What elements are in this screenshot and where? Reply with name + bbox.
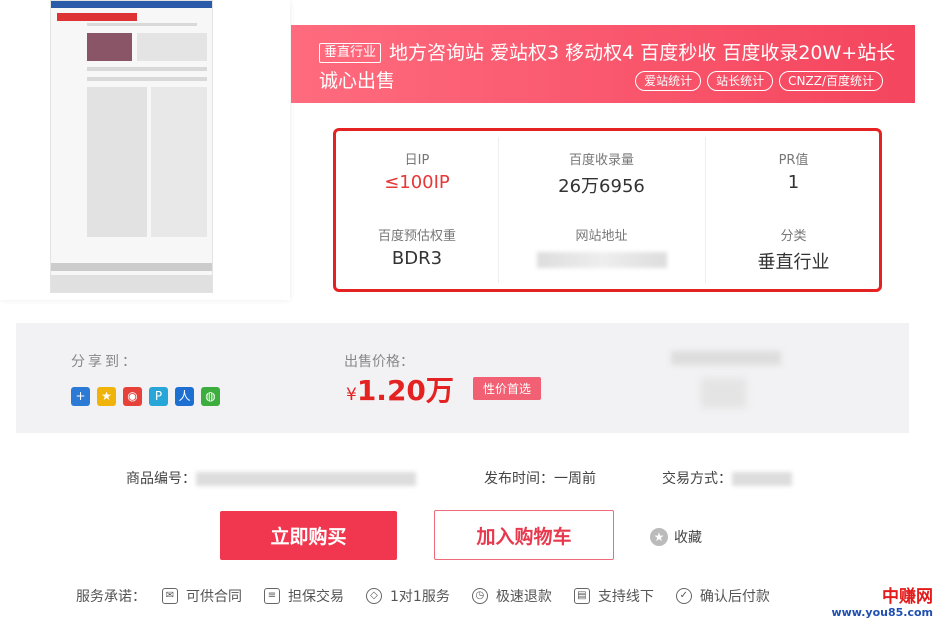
share-label: 分享到：	[71, 354, 139, 370]
stat-label: PR值	[778, 153, 809, 168]
stat-site-url: 网站地址	[498, 225, 705, 272]
service-item-label: 支持线下	[597, 589, 654, 605]
stat-baidu-weight: 百度预估权重 BDR3	[336, 225, 498, 269]
service-commitments: 服务承诺： ✉ 可供合同 ≡ 担保交易 ◇ 1对1服务 ◷ 极速退款 ▤ 支持线下 ✓ 确认…	[76, 586, 770, 606]
renren-icon[interactable]: 人	[175, 387, 194, 406]
price-label: 出售价格：	[344, 354, 414, 370]
service-escrow: ≡ 担保交易	[264, 586, 344, 606]
site-stats-panel: 日IP ≤100IP 百度预估权重 BDR3 百度收录量 26万6956 网站地…	[333, 128, 882, 292]
clock-icon: ◷	[471, 588, 488, 604]
chip-aizhan-stats: 爱站统计	[635, 71, 702, 91]
stat-value: 1	[787, 172, 800, 193]
stat-label: 网站地址	[575, 229, 628, 244]
price-value: ¥1.20万	[346, 369, 454, 409]
add-to-cart-button[interactable]: 加入购物车	[434, 510, 614, 560]
stat-pr: PR值 1	[705, 149, 882, 193]
service-item-label: 1对1服务	[390, 589, 450, 605]
buy-now-button[interactable]: 立即购买	[220, 511, 397, 560]
seller-avatar-redacted	[701, 378, 746, 408]
service-contract: ✉ 可供合同	[162, 586, 242, 606]
watermark-name: 中赚网	[882, 587, 933, 607]
trade-method-label: 交易方式：	[662, 471, 732, 487]
service-item-label: 极速退款	[495, 589, 552, 605]
listing-header-banner: 垂直行业 地方咨询站 爱站权3 移动权4 百度秒收 百度收录20W+站长诚心出售…	[291, 25, 915, 103]
price-amount: 1.20万	[356, 374, 454, 407]
price-currency: ¥	[346, 385, 357, 405]
share-icons: + ★ ◉ P 人 ◍	[71, 387, 220, 406]
service-item-label: 可供合同	[186, 589, 242, 605]
service-label: 服务承诺：	[76, 589, 146, 605]
check-icon: ✓	[675, 588, 692, 604]
listing-page: 垂直行业 地方咨询站 爱站权3 移动权4 百度秒收 百度收录20W+站长诚心出售…	[0, 0, 941, 626]
service-fast-refund: ◷ 极速退款	[471, 586, 552, 606]
product-number-label: 商品编号：	[126, 471, 196, 487]
trade-method: 交易方式：	[662, 468, 792, 488]
site-url-redacted	[536, 252, 667, 268]
stat-label: 百度预估权重	[377, 229, 456, 244]
favorite-label: 收藏	[674, 530, 702, 546]
offline-icon: ▤	[573, 588, 590, 604]
service-item-label: 确认后付款	[699, 589, 770, 605]
publish-time: 发布时间：一周前	[484, 471, 596, 487]
stat-value: 垂直行业	[757, 252, 830, 273]
chip-cnzz-baidu-stats: CNZZ/百度统计	[779, 71, 883, 91]
site-screenshot-thumbnail[interactable]	[50, 0, 213, 293]
stat-category: 分类 垂直行业	[705, 225, 882, 274]
stat-label: 日IP	[404, 153, 430, 168]
pengyou-icon[interactable]: P	[149, 387, 168, 406]
product-number: 商品编号：	[126, 468, 416, 488]
chip-zhanzhang-stats: 站长统计	[707, 71, 774, 91]
stat-value: 26万6956	[558, 176, 645, 197]
site-watermark: 中赚网 www.you85.com	[831, 588, 933, 619]
site-thumbnail-card	[0, 0, 290, 300]
favorite-button[interactable]: ★ 收藏	[650, 527, 702, 547]
contract-icon: ✉	[162, 588, 178, 604]
stats-chips: 爱站统计 站长统计 CNZZ/百度统计	[635, 71, 883, 91]
wechat-icon[interactable]: ◍	[201, 387, 220, 406]
value-badge: 性价首选	[473, 377, 542, 400]
service-item-label: 担保交易	[288, 589, 344, 605]
stat-value: ≤100IP	[384, 172, 450, 193]
stat-label: 分类	[780, 229, 807, 244]
seller-info-redacted	[671, 351, 781, 365]
diamond-icon: ◇	[366, 588, 382, 604]
stat-label: 百度收录量	[568, 153, 634, 168]
price-section: 分享到： + ★ ◉ P 人 ◍ 出售价格： ¥1.20万 性价首选	[16, 323, 909, 433]
service-offline: ▤ 支持线下	[573, 586, 654, 606]
star-icon: ★	[650, 528, 668, 546]
stat-daily-ip: 日IP ≤100IP	[336, 149, 498, 193]
stat-value: BDR3	[391, 248, 443, 269]
service-pay-after-confirm: ✓ 确认后付款	[675, 586, 770, 606]
stat-baidu-index: 百度收录量 26万6956	[498, 149, 705, 198]
watermark-url: www.you85.com	[831, 606, 933, 619]
weibo-icon[interactable]: ◉	[123, 387, 142, 406]
qzone-icon[interactable]: ★	[97, 387, 116, 406]
trade-method-redacted	[732, 472, 792, 486]
product-number-redacted	[196, 472, 416, 486]
plus-icon[interactable]: +	[71, 387, 90, 406]
document-icon: ≡	[264, 588, 280, 604]
service-one-on-one: ◇ 1对1服务	[366, 586, 450, 606]
